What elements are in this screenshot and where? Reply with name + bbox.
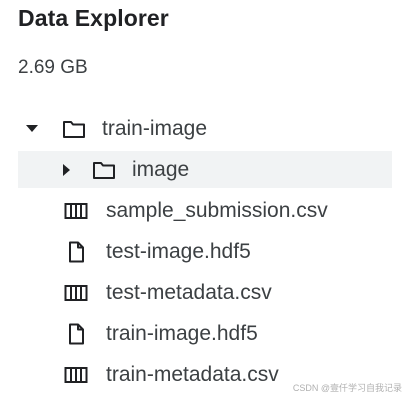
dataset-size: 2.69 GB [18, 57, 88, 78]
caret-down-icon[interactable] [25, 122, 39, 136]
folder-icon [90, 158, 118, 182]
folder-icon [60, 117, 88, 141]
table-icon [62, 281, 90, 305]
tree-item-label: sample_submission.csv [106, 198, 328, 222]
tree-item-image[interactable]: image [18, 151, 392, 188]
tree-item-test-metadata[interactable]: test-metadata.csv [18, 274, 392, 311]
tree-item-sample-submission[interactable]: sample_submission.csv [18, 192, 392, 229]
watermark-text: CSDN @壹仟学习自我记录 [292, 383, 402, 393]
table-icon [62, 363, 90, 387]
tree-item-label: image [132, 157, 190, 181]
tree-item-train-image[interactable]: train-image [18, 110, 392, 147]
file-icon [62, 240, 90, 264]
tree-item-label: train-image [102, 116, 208, 140]
table-icon [62, 199, 90, 223]
tree-item-label: test-image.hdf5 [106, 239, 251, 263]
panel-title: Data Explorer [18, 5, 169, 31]
tree-item-label: train-metadata.csv [106, 362, 279, 386]
data-explorer-panel: Data Explorer 2.69 GB train-image image … [0, 0, 406, 402]
caret-right-icon[interactable] [60, 163, 74, 177]
file-tree: train-image image sample_submission.csv … [18, 110, 392, 397]
tree-item-label: train-image.hdf5 [106, 321, 258, 345]
tree-item-train-image-hdf5[interactable]: train-image.hdf5 [18, 315, 392, 352]
tree-item-test-image-hdf5[interactable]: test-image.hdf5 [18, 233, 392, 270]
file-icon [62, 322, 90, 346]
tree-item-label: test-metadata.csv [106, 280, 272, 304]
